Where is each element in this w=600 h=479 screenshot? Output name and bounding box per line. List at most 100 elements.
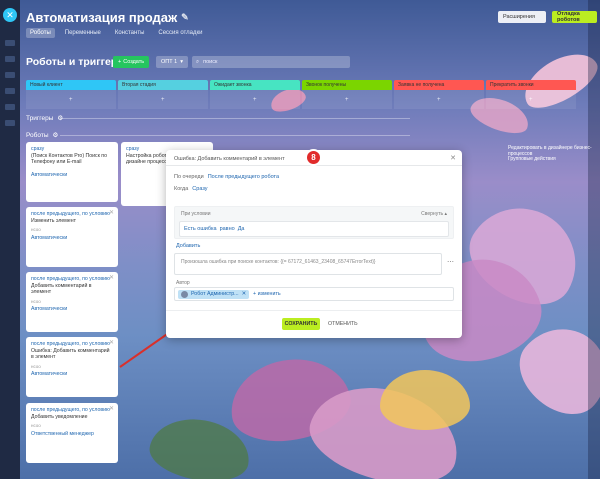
avatar — [181, 290, 188, 298]
add-icon[interactable]: + — [345, 97, 349, 103]
trigger-columns: + + + + + + — [26, 90, 576, 109]
trigger-column[interactable]: + — [394, 90, 484, 109]
robot-responsible[interactable]: Автоматически — [31, 235, 113, 242]
add-icon[interactable]: + — [69, 97, 73, 103]
when-label: Когда — [174, 186, 189, 192]
author-label: Автор — [176, 280, 190, 286]
stage-call-received[interactable]: Звонок получены — [302, 80, 392, 90]
sidebar-icon[interactable] — [5, 72, 15, 78]
robot-settings-dialog: Ошибка: Добавить комментарий в элемент ✕… — [166, 150, 462, 338]
trigger-column[interactable]: + — [26, 90, 116, 109]
run-order-label: По очереди — [174, 174, 204, 180]
sidebar-icon[interactable] — [5, 120, 15, 126]
close-icon[interactable]: ✕ — [450, 154, 456, 162]
robot-label: нсоо — [31, 298, 41, 304]
run-order-value[interactable]: После предыдущего робота — [208, 174, 279, 180]
close-icon[interactable]: ✕ — [109, 406, 114, 413]
create-button-label: Создать — [123, 59, 145, 65]
stage-new-client[interactable]: Новый клиент — [26, 80, 116, 90]
trigger-column[interactable]: + — [118, 90, 208, 109]
robot-responsible[interactable]: Автоматически — [31, 371, 113, 378]
close-icon[interactable]: ✕ — [109, 210, 114, 217]
robot-card[interactable]: ✕ после предыдущего, по условию Добавить… — [26, 272, 118, 332]
pencil-icon[interactable]: ✎ — [181, 12, 189, 23]
close-icon[interactable]: ✕ — [3, 8, 17, 22]
more-icon[interactable]: ⋯ — [447, 258, 454, 266]
left-sidebar: ✕ — [0, 0, 20, 479]
robot-condition[interactable]: после предыдущего, по условию — [31, 211, 113, 218]
chevron-up-icon: ▴ — [444, 211, 447, 217]
robot-title: (Поиск Контактов Pro) Поиск по Телефону … — [31, 152, 107, 166]
add-icon[interactable]: + — [437, 97, 441, 103]
stage-second[interactable]: Вторая стадия — [118, 80, 208, 90]
extensions-button[interactable]: Расширения — [498, 11, 546, 23]
chevron-down-icon: ▾ — [180, 59, 183, 65]
sidebar-icon[interactable] — [5, 56, 15, 62]
condition-field[interactable]: Есть ошибка — [184, 226, 217, 232]
robot-responsible[interactable]: Автоматически — [31, 306, 113, 313]
add-condition-link[interactable]: Добавить — [176, 243, 200, 249]
robot-card[interactable]: сразу (Поиск Контактов Pro) Поиск по Тел… — [26, 142, 118, 202]
stage-header-row: Новый клиент Вторая стадия Ожидает звонк… — [26, 80, 576, 90]
search-placeholder: поиск — [203, 59, 218, 65]
robot-card[interactable]: ✕ после предыдущего, по условию Изменить… — [26, 207, 118, 267]
robot-label: нсоо — [31, 363, 41, 369]
condition-row[interactable]: Есть ошибка равно Да — [179, 221, 449, 237]
stage-request-not-received[interactable]: Заявка не получена — [394, 80, 484, 90]
divider — [60, 135, 410, 136]
change-author-link[interactable]: + изменить — [253, 291, 281, 297]
search-icon: ⌕ — [196, 58, 200, 65]
trigger-column[interactable]: + — [210, 90, 300, 109]
robot-debug-button[interactable]: Отладка роботов — [552, 11, 597, 23]
comment-textarea[interactable]: Произошла ошибка при поиске контактов: {… — [174, 253, 442, 275]
robot-title: Добавить уведомление — [31, 413, 88, 420]
add-icon[interactable]: + — [161, 97, 165, 103]
stage-stop-calls[interactable]: Прекратить звонки — [486, 80, 576, 90]
robot-condition[interactable]: после предыдущего, по условию — [31, 341, 113, 348]
robot-title: Изменить элемент — [31, 217, 76, 224]
robot-card[interactable]: ✕ после предыдущего, по условию Ошибка: … — [26, 337, 118, 397]
add-icon[interactable]: + — [253, 97, 257, 103]
condition-value[interactable]: Да — [238, 226, 245, 232]
divider — [60, 118, 410, 119]
author-chip[interactable]: Робот Администр... ✕ — [178, 289, 250, 299]
add-icon[interactable]: + — [529, 97, 533, 103]
sidebar-icon[interactable] — [5, 88, 15, 94]
sidebar-icon[interactable] — [5, 104, 15, 110]
close-icon[interactable]: ✕ — [109, 275, 114, 282]
robot-card[interactable]: ✕ после предыдущего, по условию Добавить… — [26, 403, 118, 463]
author-field[interactable]: Робот Администр... ✕ + изменить — [174, 287, 454, 301]
page-title: Автоматизация продаж ✎ — [26, 10, 189, 25]
divider — [166, 310, 462, 311]
condition-operator[interactable]: равно — [220, 226, 235, 232]
robot-title: Ошибка: Добавить комментарий в элемент — [31, 347, 110, 361]
tab-debug-session[interactable]: Сессия отладки — [154, 28, 206, 38]
when-value[interactable]: Сразу — [192, 186, 207, 192]
close-icon[interactable]: ✕ — [109, 340, 114, 347]
robots-section-label: Роботы ⚙ — [26, 131, 59, 140]
cancel-button[interactable]: ОТМЕНИТЬ — [324, 318, 362, 330]
robot-responsible[interactable]: Автоматически — [31, 172, 113, 179]
tab-variables[interactable]: Переменные — [61, 28, 105, 38]
create-button[interactable]: + Создать — [113, 56, 150, 68]
stage-awaiting-call[interactable]: Ожидает звонка — [210, 80, 300, 90]
collapse-conditions-button[interactable]: Свернуть ▴ — [421, 211, 447, 217]
search-input[interactable]: ⌕ поиск — [192, 56, 350, 68]
sidebar-icon[interactable] — [5, 40, 15, 46]
save-button[interactable]: СОХРАНИТЬ — [282, 318, 320, 330]
robot-condition[interactable]: после предыдущего, по условию — [31, 276, 113, 283]
robot-condition[interactable]: после предыдущего, по условию — [31, 407, 113, 414]
tab-robots[interactable]: Роботы — [26, 28, 55, 38]
trigger-column[interactable]: + — [302, 90, 392, 109]
trigger-column[interactable]: + — [486, 90, 576, 109]
tab-bar: Роботы Переменные Константы Сессия отлад… — [26, 28, 206, 38]
close-icon[interactable]: ✕ — [242, 291, 246, 297]
when-row: Когда Сразу — [174, 186, 208, 192]
triggers-label: Триггеры — [26, 114, 54, 122]
gear-icon[interactable]: ⚙ — [53, 131, 59, 139]
robot-responsible[interactable]: Ответственный менеджер — [31, 431, 113, 438]
filter-dropdown[interactable]: ОПТ 1 ▾ — [156, 56, 188, 68]
group-actions-link[interactable]: Групповые действия — [508, 156, 556, 162]
robot-label: нсоо — [31, 423, 41, 428]
tab-constants[interactable]: Константы — [111, 28, 149, 38]
